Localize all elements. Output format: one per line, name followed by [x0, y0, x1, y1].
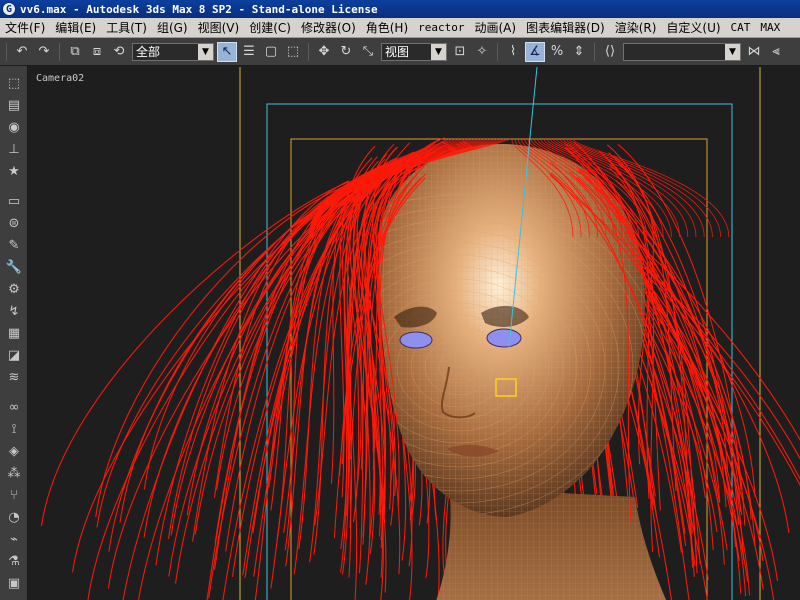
reference-coordinate-value: 视图 — [385, 45, 410, 59]
gear-icon[interactable]: ⚙ — [5, 280, 23, 298]
chevron-down-icon[interactable]: ▼ — [725, 43, 740, 60]
select-object-icon[interactable]: ↖ — [217, 41, 237, 62]
menu-item[interactable]: 修改器(O) — [296, 19, 361, 36]
unlink-selection-icon[interactable]: ⧈ — [87, 42, 107, 62]
wrench-icon[interactable]: 🔧 — [5, 258, 23, 276]
left-tool-strip: ⬚ ▤ ◉ ⊥ ★ ▭ ⊜ ✎ 🔧 ⚙ ↯ ▦ ◪ ≋ ∞ ⟟ ◈ ⁂ ⑂ ◔ … — [0, 66, 28, 600]
title-bar: G vv6.max - Autodesk 3ds Max 8 SP2 - Sta… — [0, 0, 800, 18]
app-logo-icon[interactable]: G — [2, 2, 16, 16]
camera-icon[interactable]: ▭ — [5, 192, 23, 210]
rotate-icon[interactable]: ↻ — [336, 42, 356, 62]
create-geometry-icon[interactable]: ⬚ — [5, 74, 23, 92]
toolbar-separator — [6, 42, 7, 61]
rectangular-selection-icon[interactable]: ▢ — [261, 42, 281, 62]
spinner-snap-icon[interactable]: ⇕ — [569, 42, 589, 62]
manipulate-icon[interactable]: ✧ — [472, 42, 492, 62]
menu-item[interactable]: reactor — [413, 21, 469, 34]
toolbar-separator — [308, 42, 309, 61]
link-icon[interactable]: ∞ — [5, 398, 23, 416]
named-selection-dropdown[interactable]: ▼ — [623, 42, 741, 61]
cloth-icon[interactable]: ◈ — [5, 442, 23, 460]
bind-to-space-warp-icon[interactable]: ⟲ — [109, 42, 129, 62]
pen-icon[interactable]: ✎ — [5, 236, 23, 254]
ribbon-icon[interactable]: ⌁ — [5, 530, 23, 548]
star-icon[interactable]: ★ — [5, 162, 23, 180]
left-eye — [399, 331, 433, 349]
redo-icon[interactable]: ↷ — [34, 42, 54, 62]
toolbar-separator — [594, 42, 595, 61]
selection-filter-value: 全部 — [136, 45, 161, 59]
bend-icon[interactable]: ↯ — [5, 302, 23, 320]
toolbar-separator — [59, 42, 60, 61]
viewport-scene — [40, 67, 800, 600]
main-toolbar: ↶ ↷ ⧉ ⧈ ⟲ 全部 ▼ ↖ ☰ ▢ ⬚ ✥ ↻ ⤡ 视图 ▼ ⊡ ✧ ⌇ … — [0, 38, 800, 66]
right-eye — [486, 328, 522, 348]
cylinder-icon[interactable]: ⊜ — [5, 214, 23, 232]
edit-named-selection-icon[interactable]: ⟨⟩ — [600, 42, 620, 62]
angle-snap-icon[interactable]: ∡ — [525, 41, 545, 62]
grid-icon[interactable]: ▦ — [5, 324, 23, 342]
sphere-icon[interactable]: ◉ — [5, 118, 23, 136]
orbit-icon[interactable]: ◔ — [5, 508, 23, 526]
snaps-toggle-icon[interactable]: ⌇ — [503, 42, 523, 62]
menu-item[interactable]: MAX — [755, 21, 785, 34]
render-icon[interactable]: ▣ — [5, 574, 23, 592]
menu-item[interactable]: 创建(C) — [244, 19, 296, 36]
menu-item[interactable]: 图表编辑器(D) — [521, 19, 610, 36]
move-icon[interactable]: ✥ — [314, 42, 334, 62]
mirror-icon[interactable]: ⋈ — [744, 42, 764, 62]
toolbar-separator — [497, 42, 498, 61]
chevron-down-icon[interactable]: ▼ — [431, 43, 446, 60]
wave-icon[interactable]: ≋ — [5, 368, 23, 386]
scale-icon[interactable]: ⤡ — [358, 42, 378, 62]
menu-item[interactable]: 动画(A) — [470, 19, 522, 36]
fork-icon[interactable]: ⑂ — [5, 486, 23, 504]
bone-icon[interactable]: ⟟ — [5, 420, 23, 438]
selection-filter-dropdown[interactable]: 全部 ▼ — [132, 42, 214, 61]
reference-coordinate-dropdown[interactable]: 视图 ▼ — [381, 42, 447, 61]
menu-item[interactable]: 编辑(E) — [50, 19, 101, 36]
menu-item[interactable]: 自定义(U) — [661, 19, 725, 36]
menu-item[interactable]: 工具(T) — [101, 19, 152, 36]
teapot-icon[interactable]: ⚗ — [5, 552, 23, 570]
hair-strand — [87, 185, 359, 600]
chevron-down-icon[interactable]: ▼ — [198, 43, 213, 60]
slice-icon[interactable]: ◪ — [5, 346, 23, 364]
select-by-name-icon[interactable]: ☰ — [239, 42, 259, 62]
pivot-center-icon[interactable]: ⊡ — [450, 42, 470, 62]
menu-item[interactable]: CAT — [726, 21, 756, 34]
menu-item[interactable]: 渲染(R) — [610, 19, 662, 36]
camera-viewport[interactable]: Camera02 — [29, 67, 800, 600]
plane-icon[interactable]: ⊥ — [5, 140, 23, 158]
align-icon[interactable]: ⫷ — [766, 42, 786, 62]
menu-item[interactable]: 组(G) — [152, 19, 193, 36]
particle-icon[interactable]: ⁂ — [5, 464, 23, 482]
viewport-label: Camera02 — [36, 73, 85, 84]
box-icon[interactable]: ▤ — [5, 96, 23, 114]
menu-bar: 文件(F) 编辑(E) 工具(T) 组(G) 视图(V) 创建(C) 修改器(O) 角色(H)… — [0, 18, 800, 38]
menu-item[interactable]: 文件(F) — [0, 19, 50, 36]
percent-snap-icon[interactable]: % — [547, 42, 567, 62]
select-and-link-icon[interactable]: ⧉ — [65, 42, 85, 62]
window-crossing-icon[interactable]: ⬚ — [283, 42, 303, 62]
window-title: vv6.max - Autodesk 3ds Max 8 SP2 - Stand… — [20, 2, 378, 16]
undo-icon[interactable]: ↶ — [12, 42, 32, 62]
menu-item[interactable]: 视图(V) — [193, 19, 245, 36]
menu-item[interactable]: 角色(H) — [361, 19, 413, 36]
